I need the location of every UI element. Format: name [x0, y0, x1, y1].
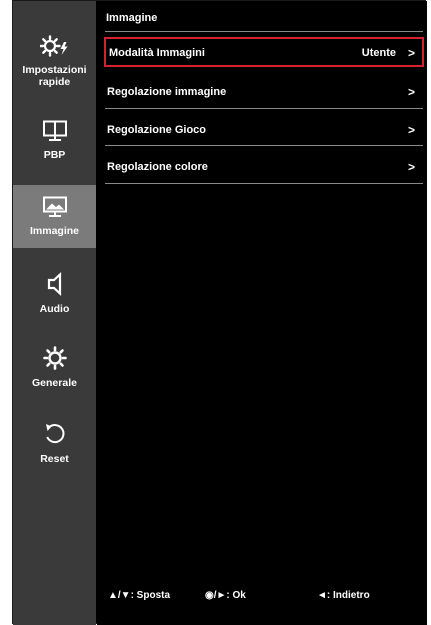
- osd-menu: Impostazioni rapide PBP Immagine Audio G…: [12, 0, 427, 625]
- picture-adjust-row[interactable]: Regolazione immagine >: [105, 76, 423, 106]
- game-adjust-row[interactable]: Regolazione Gioco >: [105, 114, 423, 144]
- picture-mode-row[interactable]: Modalità Immagini Utente >: [104, 37, 424, 67]
- sidebar-item-label: Audio: [39, 303, 70, 315]
- chevron-right-icon: >: [407, 123, 415, 137]
- divider: [105, 183, 423, 184]
- sidebar-item-general[interactable]: Generale: [13, 346, 96, 389]
- sidebar-item-quick-settings[interactable]: Impostazioni rapide: [13, 35, 96, 88]
- chevron-right-icon: >: [407, 85, 415, 99]
- row-label: Regolazione Gioco: [107, 124, 207, 136]
- ok-button-icon: ◉/►: [205, 590, 227, 601]
- picture-icon: [42, 196, 68, 221]
- submenu-panel: Immagine Modalità Immagini Utente > Rego…: [97, 1, 427, 625]
- sidebar-item-label: Impostazioni rapide: [22, 64, 87, 88]
- sidebar-item-pbp[interactable]: PBP: [13, 120, 96, 161]
- chevron-right-icon: >: [407, 160, 415, 174]
- divider: [105, 145, 423, 146]
- color-adjust-row[interactable]: Regolazione colore >: [105, 151, 423, 181]
- gear-icon: [42, 346, 67, 373]
- sidebar-item-audio[interactable]: Audio: [13, 271, 96, 315]
- pbp-icon: [42, 120, 68, 145]
- left-arrow-icon: ◄: [317, 590, 327, 601]
- sidebar-item-label: Immagine: [29, 225, 79, 237]
- chevron-right-icon: >: [407, 46, 415, 60]
- divider: [105, 108, 423, 109]
- quick-settings-icon: [38, 35, 70, 60]
- up-down-arrows-icon: ▲/▼: [108, 590, 131, 601]
- sidebar: Impostazioni rapide PBP Immagine Audio G…: [13, 1, 96, 625]
- hint-ok: ◉/► : Ok: [205, 590, 246, 601]
- sidebar-item-label: Generale: [32, 377, 77, 389]
- row-value: Utente: [361, 47, 396, 59]
- sidebar-item-label: Reset: [40, 453, 69, 465]
- sidebar-item-picture[interactable]: Immagine: [13, 185, 96, 248]
- page-title: Immagine: [106, 12, 158, 24]
- divider: [105, 31, 423, 32]
- hint-back: ◄ : Indietro: [317, 590, 370, 601]
- row-label: Regolazione colore: [107, 161, 208, 173]
- hint-move: ▲/▼ : Sposta: [108, 590, 171, 601]
- row-label: Regolazione immagine: [107, 86, 227, 98]
- row-label: Modalità Immagini: [109, 47, 205, 59]
- speaker-icon: [44, 271, 66, 299]
- reset-icon: [43, 422, 67, 449]
- sidebar-item-label: PBP: [43, 149, 66, 161]
- sidebar-item-reset[interactable]: Reset: [13, 422, 96, 465]
